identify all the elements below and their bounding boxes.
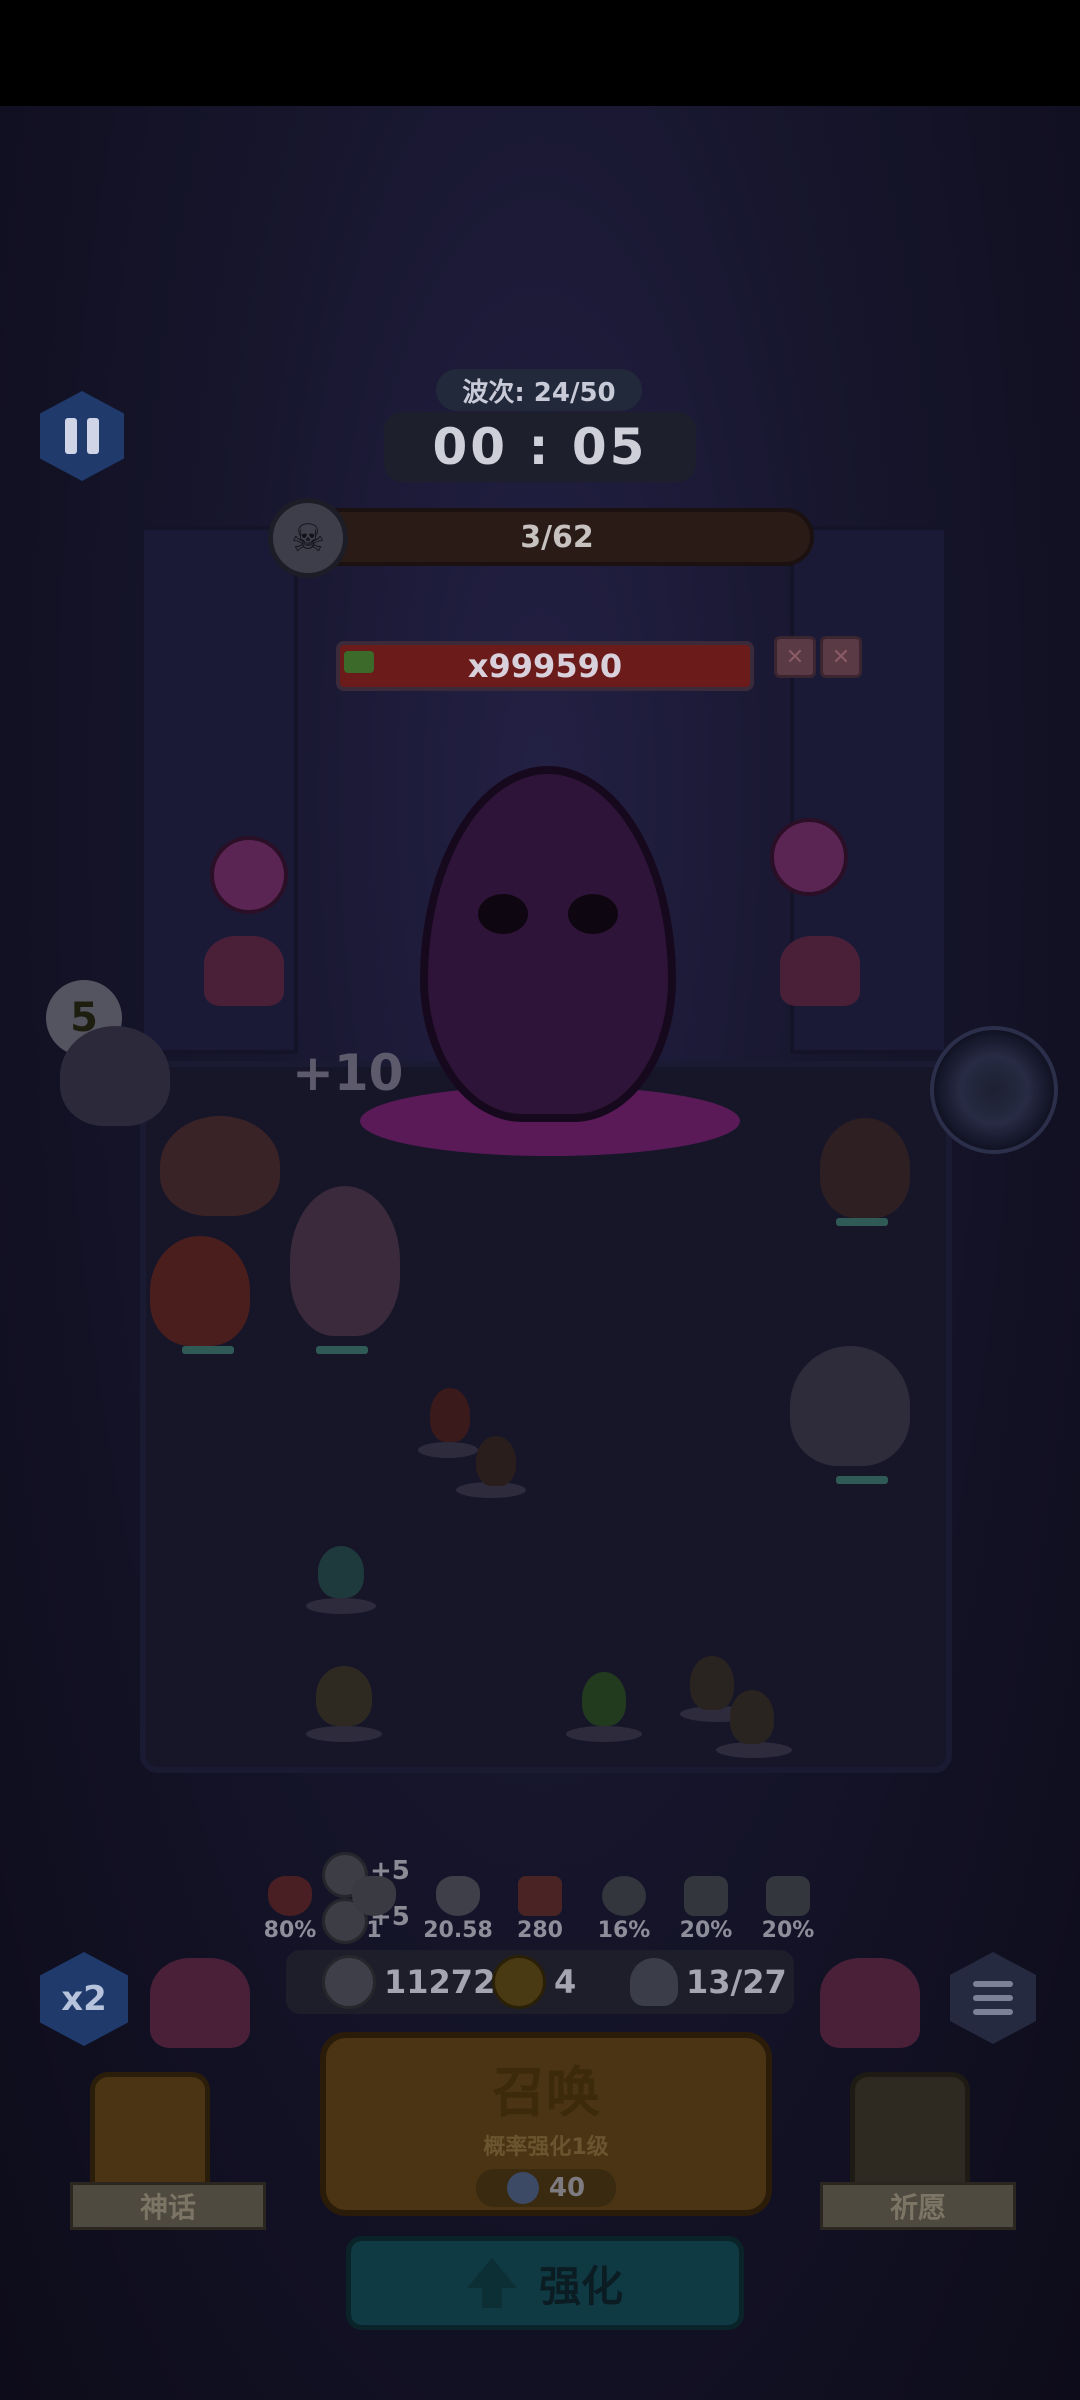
stat-crit-rate: 80% (252, 1876, 328, 1948)
myth-button[interactable]: 神话 (70, 2072, 266, 2230)
fist-up-icon (684, 1876, 728, 1916)
silver-coin-icon (322, 1955, 376, 2009)
unit-shadow (418, 1442, 478, 1458)
right-brazier-flame (780, 936, 860, 1006)
bottom-left-brazier (150, 1958, 250, 2048)
unit-shadow (306, 1726, 382, 1742)
myth-label: 神话 (70, 2182, 266, 2230)
silver-coin-icon (506, 2172, 539, 2204)
resource-bar: 11272 4 13/27 (286, 1950, 794, 2014)
unit-hp-bar (836, 1476, 888, 1484)
boss-hp-fill (344, 651, 374, 673)
crit-heart-icon (436, 1876, 480, 1916)
heart-icon (268, 1876, 312, 1916)
menu-icon (973, 1981, 1013, 1987)
flower-boss (420, 766, 676, 1122)
upgrade-label: 强化 (538, 2261, 623, 2311)
pause-button[interactable] (40, 391, 124, 481)
boss-hp-value: x999590 (467, 647, 623, 685)
upgrade-arrow-icon (466, 2258, 517, 2308)
hero-unit[interactable] (290, 1186, 400, 1336)
silver-resource: 11272 (322, 1950, 495, 2014)
pause-icon (65, 418, 99, 454)
unit-hp-bar (316, 1346, 368, 1354)
hero-unit[interactable] (150, 1236, 250, 1346)
heart-level-icon (352, 1876, 396, 1916)
stat-attack: 280 (502, 1876, 578, 1948)
clover-coin-icon (492, 1955, 546, 2009)
boss-hp-bar: x999590 (336, 641, 754, 691)
unit-shadow (306, 1598, 376, 1614)
sound-off-icon[interactable]: ✕ (774, 636, 816, 678)
wish-label: 祈愿 (820, 2182, 1016, 2230)
unit-hp-bar (182, 1346, 234, 1354)
hero-unit[interactable] (60, 1026, 170, 1126)
hero-unit[interactable] (690, 1656, 734, 1710)
wish-button[interactable]: 祈愿 (820, 2072, 1016, 2230)
summon-title: 召唤 (492, 2061, 600, 2124)
boot-up-icon (766, 1876, 810, 1916)
effects-off-icon[interactable]: ✕ (820, 636, 862, 678)
hero-unit[interactable] (730, 1690, 774, 1744)
upgrade-button[interactable]: 强化 (346, 2236, 744, 2330)
hero-unit[interactable] (820, 1118, 910, 1218)
stat-move-speed: 20% (750, 1876, 826, 1948)
hero-unit[interactable] (160, 1116, 280, 1216)
wave-timer: 00 : 05 (384, 412, 696, 482)
speed-up-icon (602, 1876, 646, 1916)
summon-cost: 40 (476, 2169, 616, 2207)
wave-counter: 波次: 24/50 (436, 369, 642, 411)
unit-hp-bar (836, 1218, 888, 1226)
attack-icon (518, 1876, 562, 1916)
kill-count: 3/62 (520, 519, 594, 555)
stat-crit-damage: 20.58 (420, 1876, 496, 1948)
left-brazier-flame (204, 936, 284, 1006)
hero-unit[interactable] (430, 1388, 470, 1442)
stat-power: 20% (668, 1876, 744, 1948)
unit-capacity: 13/27 (630, 1950, 787, 2014)
stat-level: 1 (336, 1876, 412, 1948)
left-flower (210, 836, 288, 914)
hero-unit[interactable] (318, 1546, 364, 1598)
bottom-right-brazier (820, 1958, 920, 2048)
bonus-popup: +10 (292, 1044, 404, 1102)
skull-icon: ☠ (268, 498, 348, 578)
hero-unit[interactable] (316, 1666, 372, 1726)
enemy-portal (930, 1026, 1058, 1154)
unit-shadow (716, 1742, 792, 1758)
stat-attack-speed: 16% (586, 1876, 662, 1948)
summon-subtitle: 概率强化1级 (483, 2135, 609, 2160)
hero-unit[interactable] (476, 1436, 516, 1486)
kill-progress-bar: 3/62 (300, 508, 814, 566)
summon-button[interactable]: 召唤 概率强化1级 40 (320, 2032, 772, 2216)
hero-unit[interactable] (582, 1672, 626, 1726)
right-flower (770, 818, 848, 896)
unit-shadow (566, 1726, 642, 1742)
clover-resource: 4 (492, 1950, 576, 2014)
ghost-icon (630, 1958, 678, 2006)
hero-unit[interactable] (790, 1346, 910, 1466)
